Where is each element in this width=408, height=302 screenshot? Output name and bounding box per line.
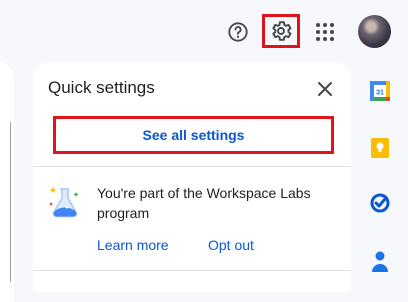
divider — [33, 270, 351, 271]
tasks-icon — [370, 193, 390, 213]
google-apps-button[interactable] — [311, 18, 339, 46]
opt-out-link[interactable]: Opt out — [208, 237, 254, 253]
avatar[interactable] — [358, 15, 391, 48]
divider — [33, 166, 351, 167]
panel-divider — [10, 122, 11, 282]
calendar-day: 31 — [376, 90, 384, 97]
panel-title: Quick settings — [48, 78, 155, 97]
close-icon — [318, 82, 332, 96]
tasks-app-button[interactable] — [370, 193, 390, 213]
contacts-app-button[interactable] — [371, 250, 389, 272]
keep-icon — [371, 138, 389, 158]
apps-grid-icon — [316, 23, 334, 41]
help-icon — [228, 22, 248, 42]
calendar-app-button[interactable]: 31 — [370, 81, 390, 101]
gear-icon — [272, 21, 292, 41]
keep-app-button[interactable] — [370, 137, 390, 159]
mail-list-panel — [0, 62, 14, 302]
see-all-settings-button[interactable]: See all settings — [53, 116, 334, 154]
learn-more-link[interactable]: Learn more — [97, 237, 169, 253]
contacts-icon — [372, 251, 388, 272]
calendar-icon: 31 — [370, 81, 390, 101]
labs-flask-icon — [48, 183, 82, 219]
settings-button[interactable] — [262, 14, 300, 48]
labs-message: You're part of the Workspace Labs progra… — [97, 185, 311, 221]
close-button[interactable] — [315, 79, 335, 99]
help-button[interactable] — [224, 18, 252, 46]
